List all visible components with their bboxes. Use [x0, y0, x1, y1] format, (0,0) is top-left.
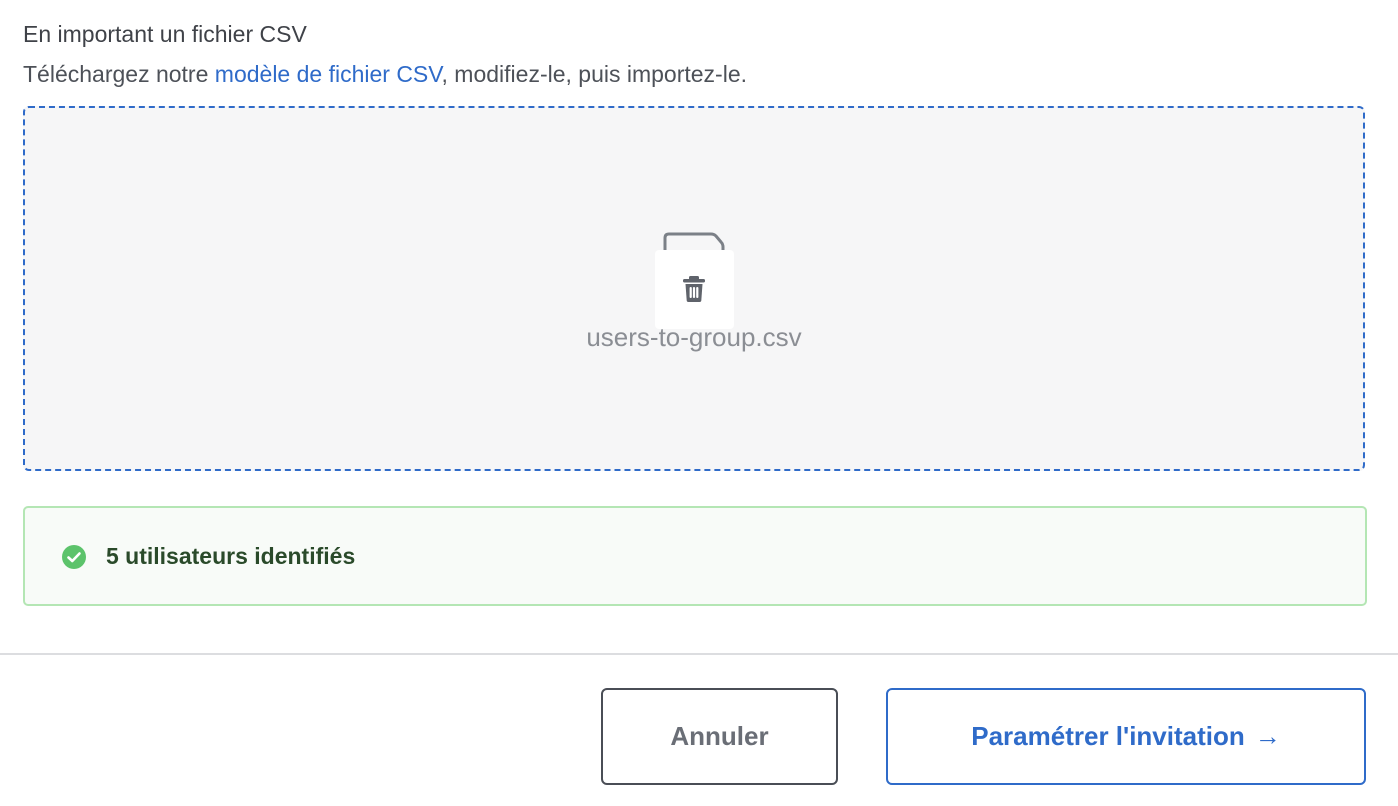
footer-divider	[0, 653, 1398, 655]
configure-invitation-button[interactable]: Paramétrer l'invitation →	[886, 688, 1366, 785]
cancel-button[interactable]: Annuler	[601, 688, 838, 785]
check-circle-icon	[62, 545, 86, 569]
configure-invitation-label: Paramétrer l'invitation	[971, 721, 1245, 751]
section-description: Téléchargez notre modèle de fichier CSV,…	[23, 59, 747, 89]
import-csv-panel: En important un fichier CSV Téléchargez …	[0, 0, 1398, 806]
trash-icon	[683, 276, 705, 302]
arrow-right-icon: →	[1254, 721, 1281, 751]
description-prefix: Téléchargez notre	[23, 61, 215, 87]
csv-template-link[interactable]: modèle de fichier CSV	[215, 61, 442, 87]
uploaded-file-name: users-to-group.csv	[586, 322, 802, 352]
description-suffix: , modifiez-le, puis importez-le.	[441, 61, 748, 87]
status-message: 5 utilisateurs identifiés	[106, 543, 356, 569]
delete-file-button[interactable]	[655, 250, 734, 329]
status-banner: 5 utilisateurs identifiés	[23, 506, 1367, 606]
section-title: En important un fichier CSV	[23, 21, 307, 47]
